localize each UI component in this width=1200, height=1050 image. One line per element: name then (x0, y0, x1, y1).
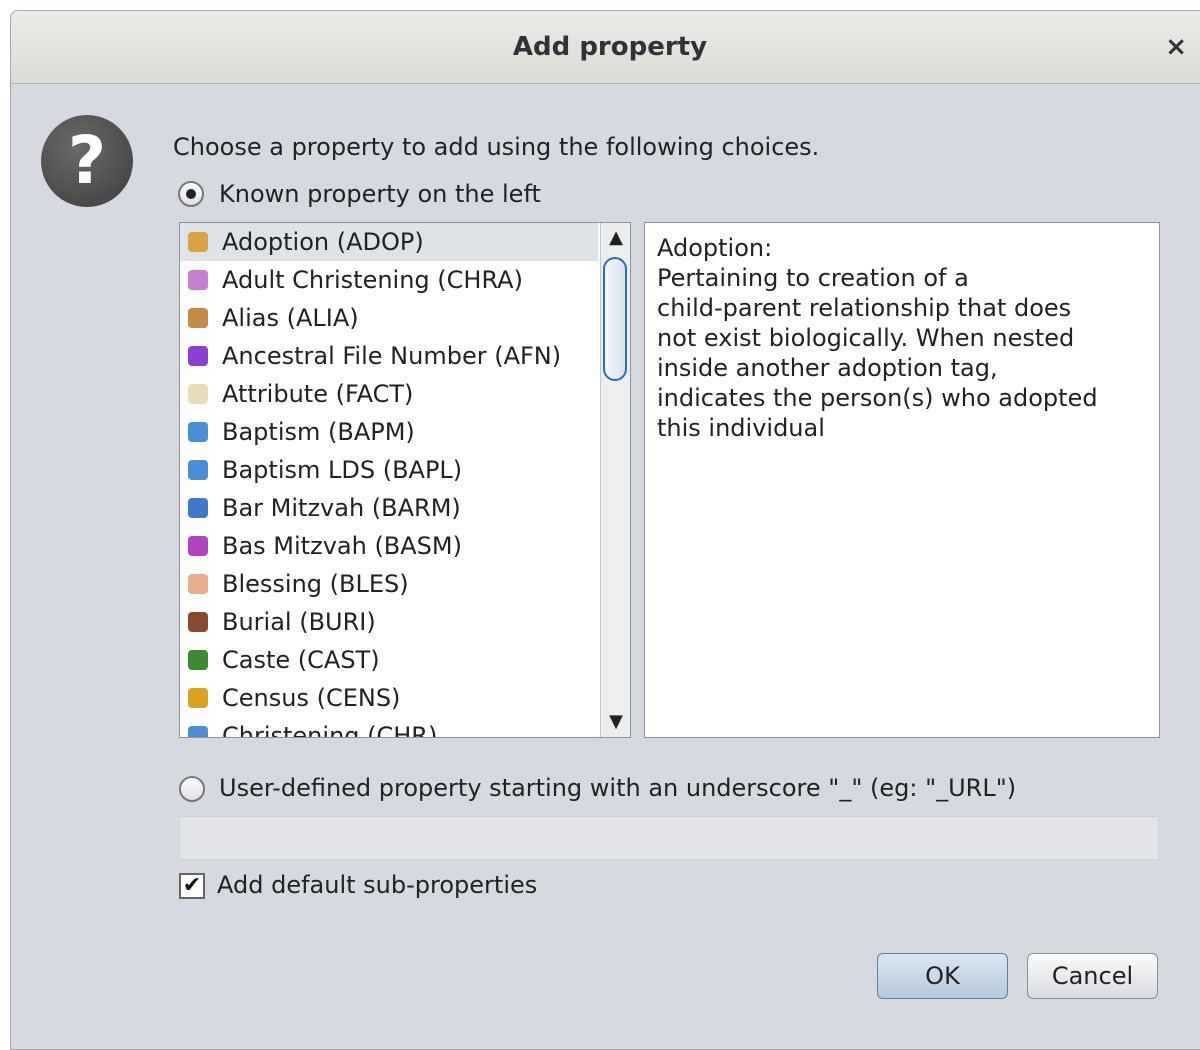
property-list-item[interactable]: Alias (ALIA) (180, 299, 598, 337)
property-list-item[interactable]: Burial (BURI) (180, 603, 598, 641)
question-icon: ? (41, 115, 133, 207)
user-defined-radio[interactable] (179, 776, 205, 802)
star-of-david-blue-icon (188, 498, 208, 518)
star-of-david-purple-icon (188, 536, 208, 556)
hand-icon (188, 574, 208, 594)
property-list-item[interactable]: Baptism LDS (BAPL) (180, 451, 598, 489)
dialog-title: Add property (512, 32, 708, 62)
baptism-icon (188, 422, 208, 442)
property-list-item-label: Christening (CHR) (222, 722, 438, 738)
census-icon (188, 688, 208, 708)
property-list-item-label: Baptism LDS (BAPL) (222, 456, 463, 484)
christening-icon (188, 726, 208, 737)
coffin-icon (188, 612, 208, 632)
add-property-dialog: Add property × ? Choose a property to ad… (10, 10, 1200, 1050)
prompt-text: Choose a property to add using the follo… (173, 133, 820, 161)
property-list-item[interactable]: Christening (CHR) (180, 717, 598, 738)
property-list-item-label: Ancestral File Number (AFN) (222, 342, 562, 370)
alias-icon (188, 308, 208, 328)
property-list-item-label: Bas Mitzvah (BASM) (222, 532, 462, 560)
caste-icon (188, 650, 208, 670)
property-list-item[interactable]: Adult Christening (CHRA) (180, 261, 598, 299)
property-list-item[interactable]: Ancestral File Number (AFN) (180, 337, 598, 375)
add-sub-properties-label[interactable]: Add default sub-properties (217, 871, 537, 899)
property-list-item-label: Adoption (ADOP) (222, 228, 424, 256)
property-list-item-label: Adult Christening (CHRA) (222, 266, 523, 294)
close-icon[interactable]: × (1165, 11, 1187, 83)
property-list-item[interactable]: Baptism (BAPM) (180, 413, 598, 451)
property-list-item[interactable]: Caste (CAST) (180, 641, 598, 679)
property-list[interactable]: Adoption (ADOP) Adult Christening (CHRA) A… (179, 222, 631, 738)
property-list-item[interactable]: Bar Mitzvah (BARM) (180, 489, 598, 527)
property-list-item-label: Blessing (BLES) (222, 570, 409, 598)
property-list-item[interactable]: Blessing (BLES) (180, 565, 598, 603)
property-list-item-label: Alias (ALIA) (222, 304, 359, 332)
title-bar[interactable]: Add property × (11, 11, 1200, 84)
scroll-up-icon[interactable]: ▲ (601, 223, 630, 253)
user-defined-property-input[interactable] (179, 816, 1159, 860)
property-list-item-label: Burial (BURI) (222, 608, 376, 636)
scrollbar-thumb[interactable] (603, 257, 627, 381)
known-property-label[interactable]: Known property on the left (219, 180, 541, 208)
property-list-item[interactable]: Census (CENS) (180, 679, 598, 717)
add-sub-properties-checkbox[interactable]: ✔ (179, 873, 205, 899)
adoption-icon (188, 232, 208, 252)
puzzle-icon (188, 346, 208, 366)
document-icon (188, 384, 208, 404)
list-scrollbar[interactable]: ▲ ▼ (600, 223, 630, 737)
description-title: Adoption: (657, 234, 773, 262)
user-defined-label[interactable]: User-defined property starting with an u… (219, 774, 1016, 802)
property-list-item-label: Attribute (FACT) (222, 380, 414, 408)
property-list-item-label: Caste (CAST) (222, 646, 380, 674)
property-list-item[interactable]: Attribute (FACT) (180, 375, 598, 413)
cancel-button[interactable]: Cancel (1027, 953, 1158, 999)
property-list-item[interactable]: Adoption (ADOP) (180, 223, 598, 261)
description-panel: Adoption: Pertaining to creation of a ch… (644, 222, 1160, 738)
ok-button[interactable]: OK (877, 953, 1008, 999)
adult-christening-icon (188, 270, 208, 290)
property-list-item-label: Census (CENS) (222, 684, 401, 712)
radio-selected-dot (186, 189, 196, 199)
scroll-down-icon[interactable]: ▼ (601, 707, 630, 737)
property-list-item[interactable]: Bas Mitzvah (BASM) (180, 527, 598, 565)
description-body: Pertaining to creation of a child-parent… (657, 264, 1098, 442)
baptism-lds-icon (188, 460, 208, 480)
property-list-item-label: Bar Mitzvah (BARM) (222, 494, 461, 522)
known-property-radio[interactable] (178, 181, 204, 207)
property-list-item-label: Baptism (BAPM) (222, 418, 415, 446)
